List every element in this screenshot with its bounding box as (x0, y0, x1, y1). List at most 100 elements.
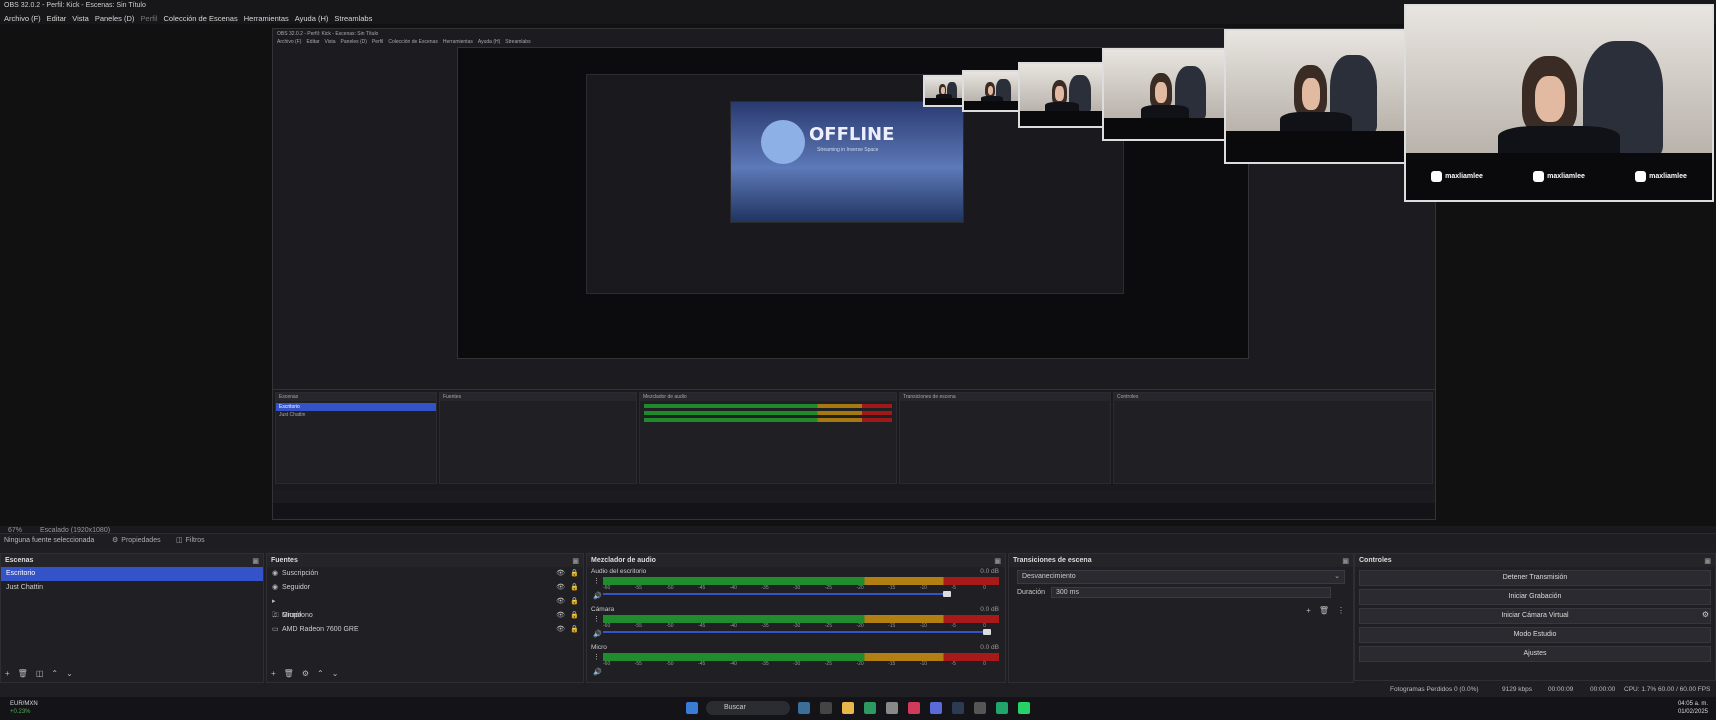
eye-icon[interactable]: 👁 (556, 609, 565, 623)
meter-tick: -15 (888, 661, 896, 667)
slider-thumb[interactable] (983, 629, 992, 635)
trash-icon[interactable]: 🗑 (18, 669, 28, 678)
start-icon[interactable] (686, 702, 698, 714)
fps: 60.00 / 60.00 FPS (1658, 686, 1711, 693)
file-explorer-icon[interactable] (842, 702, 854, 714)
music-icon[interactable] (908, 702, 920, 714)
dock-icon[interactable]: ▣ (252, 557, 259, 565)
offline-word: OFFLINE (809, 124, 895, 145)
stream-time: 00:00:09 (1548, 686, 1574, 693)
social-handle-text: maxliamlee (1547, 173, 1585, 181)
eye-icon[interactable]: 👁 (556, 623, 565, 637)
more-icon[interactable]: ⋮ (593, 653, 600, 661)
source-item[interactable]: ▸ 🗀 Grupo 👁 🔒 (267, 595, 583, 619)
dock-icon[interactable]: ▣ (994, 557, 1001, 565)
ticker-name: EUR/MXN (10, 701, 38, 707)
up-icon[interactable]: ⌃ (51, 669, 58, 678)
rec-time: 00:00:00 (1590, 686, 1616, 693)
search-box[interactable]: Buscar (706, 701, 790, 715)
task-view-icon[interactable] (820, 702, 832, 714)
trash-icon[interactable]: 🗑 (284, 669, 294, 678)
duration-input[interactable]: 300 ms (1051, 587, 1332, 598)
slider-track (603, 593, 952, 595)
trash-icon[interactable]: 🗑 (1319, 606, 1329, 615)
add-icon[interactable]: + (271, 669, 276, 678)
bitrate: 9129 kbps (1502, 686, 1532, 693)
menu-item[interactable]: Archivo (F) (4, 14, 41, 23)
transition-select[interactable]: Desvanecimiento ⌄ (1017, 570, 1345, 584)
volume-meter (603, 615, 999, 623)
down-icon[interactable]: ⌄ (332, 669, 339, 678)
social-handle-text: maxliamlee (1445, 173, 1483, 181)
preview-canvas[interactable]: OBS 32.0.2 - Perfil: Kick - Escenas: Sin… (0, 4, 1716, 526)
meter-tick: -5 (951, 661, 956, 667)
menu-item[interactable]: Streamlabs (334, 14, 372, 23)
speaker-icon[interactable]: 🔊 (593, 592, 602, 600)
discord-icon[interactable] (930, 702, 942, 714)
control-button[interactable]: Iniciar Cámara Virtual (1359, 608, 1711, 624)
dock-icon[interactable]: ▣ (1342, 557, 1349, 565)
eye-icon[interactable]: 👁 (556, 581, 565, 595)
lock-icon[interactable]: 🔒 (570, 609, 579, 623)
menu-item[interactable]: Ayuda (H) (295, 14, 329, 23)
source-item[interactable]: ▭ AMD Radeon 7600 GRE 👁 🔒 (267, 623, 583, 637)
system-clock[interactable]: 04:05 a. m. 01/02/2025 (1678, 700, 1708, 716)
offline-screen: OFFLINE Streaming in Inverse Space (730, 101, 964, 223)
volume-slider[interactable] (603, 629, 999, 635)
ticker-widget[interactable]: EUR/MXN +0.23% (10, 700, 38, 716)
slider-thumb[interactable] (943, 591, 952, 597)
source-item[interactable]: ◉ Suscripción 👁 🔒 (267, 567, 583, 581)
eye-icon[interactable]: 👁 (556, 567, 565, 581)
lock-icon[interactable]: 🔒 (570, 623, 579, 637)
source-item[interactable]: ♫ Micrófono 👁 🔒 (267, 609, 583, 623)
edge-icon[interactable] (864, 702, 876, 714)
volume-slider[interactable] (603, 591, 999, 597)
nested-meter (644, 404, 892, 408)
filter-icon[interactable]: ◫ (36, 669, 44, 678)
dock-icon[interactable]: ▣ (572, 557, 579, 565)
scene-item[interactable]: Escritorio (1, 567, 263, 581)
add-icon[interactable]: + (1306, 606, 1311, 615)
eye-icon[interactable]: 👁 (556, 595, 565, 609)
more-icon[interactable]: ⋮ (593, 577, 600, 585)
widgets-icon[interactable] (798, 702, 810, 714)
menu-item[interactable]: Herramientas (244, 14, 289, 23)
offline-subtitle: Streaming in Inverse Space (817, 147, 879, 153)
gear-icon[interactable]: ⚙ (302, 669, 309, 678)
lock-icon[interactable]: 🔒 (570, 567, 579, 581)
scene-item[interactable]: Just Chattin (1, 581, 263, 595)
controls-header: Controles (1359, 557, 1392, 564)
control-button[interactable]: Detener Transmisión (1359, 570, 1711, 586)
meter-ticks: -60 -55 -50 -45 -40 -35 -30 -25 -20 -15 -10 -5 0 (603, 661, 999, 667)
dock-icon[interactable]: ▣ (1704, 557, 1711, 565)
lock-icon[interactable]: 🔒 (570, 581, 579, 595)
properties-button[interactable]: ⚙ Propiedades (112, 536, 161, 545)
menu-item[interactable]: Perfil (140, 14, 157, 23)
channel-name: Cámara 0.0 dB (587, 605, 1005, 614)
add-icon[interactable]: + (5, 669, 10, 678)
chrome-icon[interactable] (886, 702, 898, 714)
speaker-icon[interactable]: 🔊 (593, 630, 602, 638)
down-icon[interactable]: ⌄ (66, 669, 73, 678)
obs-icon[interactable] (974, 702, 986, 714)
lock-icon[interactable]: 🔒 (570, 595, 579, 609)
app-icon[interactable] (996, 702, 1008, 714)
speaker-icon[interactable]: 🔊 (593, 668, 602, 676)
more-icon[interactable]: ⋮ (1337, 606, 1345, 615)
up-icon[interactable]: ⌃ (317, 669, 324, 678)
nested-menu-item: Paneles (D) (340, 39, 367, 45)
steam-icon[interactable] (952, 702, 964, 714)
channel-label: Micro (591, 644, 607, 651)
source-item[interactable]: ◉ Seguidor 👁 🔒 (267, 581, 583, 595)
menu-item[interactable]: Paneles (D) (95, 14, 135, 23)
menu-item[interactable]: Vista (72, 14, 89, 23)
control-button[interactable]: Iniciar Grabación (1359, 589, 1711, 605)
control-button[interactable]: Ajustes (1359, 646, 1711, 662)
gear-icon[interactable]: ⚙ (1702, 610, 1709, 619)
menu-item[interactable]: Colección de Escenas (164, 14, 238, 23)
control-button[interactable]: Modo Estudio (1359, 627, 1711, 643)
menu-item[interactable]: Editar (47, 14, 67, 23)
more-icon[interactable]: ⋮ (593, 615, 600, 623)
filters-button[interactable]: ◫ Filtros (176, 536, 205, 545)
whatsapp-icon[interactable] (1018, 702, 1030, 714)
